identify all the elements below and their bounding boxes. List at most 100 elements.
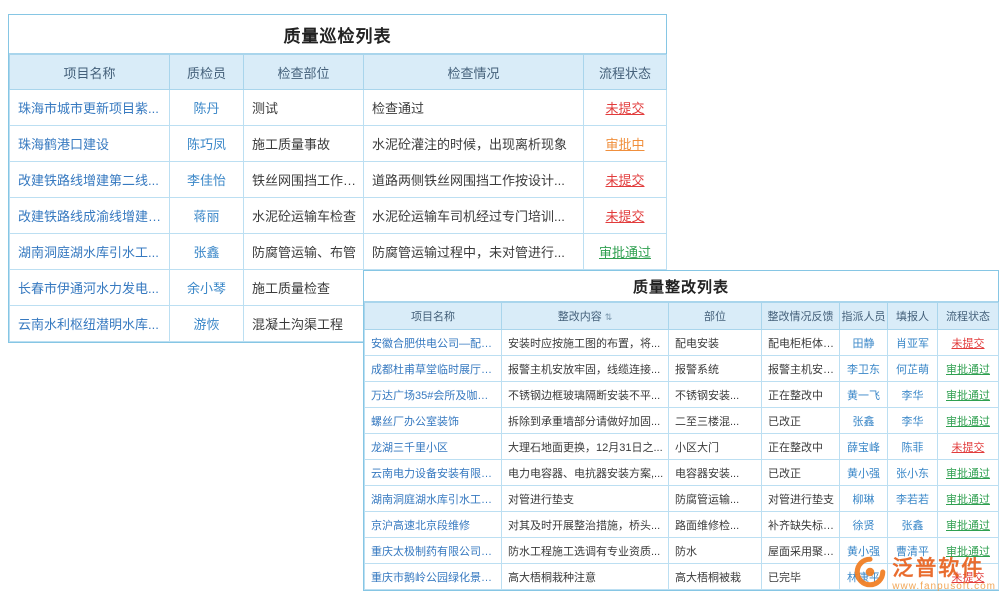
column-header[interactable]: 整改情况反馈 [762,303,840,330]
project-name-link[interactable]: 湖南洞庭湖水库引水工程施工标 [365,486,502,512]
status-cell[interactable]: 审批通过 [938,512,999,538]
status-cell[interactable]: 审批通过 [938,382,999,408]
table-cell: 水泥砼运输车司机经过专门培训... [364,198,584,234]
table-row: 云南电力设备安装有限公司20...电力电容器、电抗器安装方案,...电容器安装.… [365,460,999,486]
column-header-label: 检查部位 [277,66,329,81]
project-name-link[interactable]: 京沪高速北京段维修 [365,512,502,538]
column-header[interactable]: 检查部位 [244,55,364,90]
project-name-link[interactable]: 改建铁路线增建第二线... [10,162,170,198]
column-header[interactable]: 流程状态 [584,55,667,90]
person-name-cell: 蒋丽 [170,198,244,234]
project-name-link[interactable]: 改建铁路线成渝线增建第... [10,198,170,234]
column-header[interactable]: 流程状态 [938,303,999,330]
status-cell[interactable]: 未提交 [584,90,667,126]
table-cell: 对管进行垫支 [762,486,840,512]
status-cell[interactable]: 未提交 [584,198,667,234]
table-row: 珠海市城市更新项目紫...陈丹测试检查通过未提交 [10,90,667,126]
project-name-link[interactable]: 螺丝厂办公室装饰 [365,408,502,434]
column-header[interactable]: 部位 [669,303,762,330]
table-row: 成都杜甫草堂临时展厅独立展...报警主机安放牢固，线缆连接...报警系统报警主机… [365,356,999,382]
status-cell[interactable]: 审批中 [584,126,667,162]
table-row: 珠海鹤港口建设陈巧凤施工质量事故水泥砼灌注的时候，出现离析现象审批中 [10,126,667,162]
status-cell[interactable]: 审批通过 [584,234,667,270]
table-cell: 补齐缺失标志... [762,512,840,538]
table-row: 龙湖三千里小区大理石地面更换，12月31日之...小区大门正在整改中薛宝峰陈菲未… [365,434,999,460]
column-header[interactable]: 项目名称 [365,303,502,330]
status-cell[interactable]: 审批通过 [938,486,999,512]
person-name-cell: 张鑫 [840,408,888,434]
table-cell: 电力电容器、电抗器安装方案,... [502,460,669,486]
table-cell: 高大梧桐被栽 [669,564,762,590]
column-header-label: 流程状态 [946,311,990,323]
project-name-link[interactable]: 成都杜甫草堂临时展厅独立展... [365,356,502,382]
fanpu-logo-icon [853,555,887,594]
status-cell[interactable]: 未提交 [584,162,667,198]
project-name-link[interactable]: 云南水利枢纽潜明水库... [10,306,170,342]
table-cell: 报警系统 [669,356,762,382]
watermark: 泛普软件 www.fanpusoft.com [853,555,996,594]
person-name-cell: 余小琴 [170,270,244,306]
table-cell: 防水 [669,538,762,564]
inspection-list-title: 质量巡检列表 [9,15,666,54]
person-name-cell: 李华 [888,382,938,408]
table-row: 螺丝厂办公室装饰拆除到承重墙部分请做好加固...二至三楼混...已改正张鑫李华审… [365,408,999,434]
status-cell[interactable]: 审批通过 [938,460,999,486]
table-cell: 防水工程施工选调有专业资质... [502,538,669,564]
person-name-cell: 田静 [840,330,888,356]
column-header[interactable]: 指派人员 [840,303,888,330]
column-header[interactable]: 整改内容⇅ [502,303,669,330]
table-cell: 水泥砼灌注的时候，出现离析现象 [364,126,584,162]
table-cell: 拆除到承重墙部分请做好加固... [502,408,669,434]
person-name-cell: 徐贤 [840,512,888,538]
person-name-cell: 陈丹 [170,90,244,126]
project-name-link[interactable]: 长春市伊通河水力发电... [10,270,170,306]
table-row: 改建铁路线成渝线增建第...蒋丽水泥砼运输车检查水泥砼运输车司机经过专门培训..… [10,198,667,234]
status-cell[interactable]: 未提交 [938,434,999,460]
column-header[interactable]: 检查情况 [364,55,584,90]
project-name-link[interactable]: 万达广场35#会所及咖啡厅空... [365,382,502,408]
table-cell: 防腐管运输、布管 [244,234,364,270]
column-header[interactable]: 项目名称 [10,55,170,90]
person-name-cell: 肖亚军 [888,330,938,356]
project-name-link[interactable]: 湖南洞庭湖水库引水工... [10,234,170,270]
person-name-cell: 黄小强 [840,460,888,486]
project-name-link[interactable]: 安徽合肥供电公司—配电设备... [365,330,502,356]
project-name-link[interactable]: 珠海市城市更新项目紫... [10,90,170,126]
project-name-link[interactable]: 重庆太极制药有限公司毫州中... [365,538,502,564]
table-cell: 施工质量检查 [244,270,364,306]
table-cell: 正在整改中 [762,434,840,460]
table-cell: 测试 [244,90,364,126]
column-header[interactable]: 填报人 [888,303,938,330]
table-cell: 混凝土沟渠工程 [244,306,364,342]
table-cell: 屋面采用聚氨... [762,538,840,564]
project-name-link[interactable]: 重庆市鹅岭公园绿化景观提升... [365,564,502,590]
rectification-list-panel: 质量整改列表 项目名称整改内容⇅部位整改情况反馈指派人员填报人流程状态安徽合肥供… [363,270,999,591]
column-header[interactable]: 质检员 [170,55,244,90]
column-header-label: 项目名称 [63,66,115,81]
column-header-label: 整改情况反馈 [768,311,834,323]
table-row: 安徽合肥供电公司—配电设备...安装时应按施工图的布置，将...配电安装配电柜柜… [365,330,999,356]
table-cell: 报警主机安放牢固，线缆连接... [502,356,669,382]
column-header-label: 填报人 [896,311,929,323]
person-name-cell: 薛宝峰 [840,434,888,460]
table-row: 万达广场35#会所及咖啡厅空...不锈钢边框玻璃隔断安装不平...不锈钢安装..… [365,382,999,408]
table-cell: 已改正 [762,460,840,486]
table-cell: 电容器安装... [669,460,762,486]
status-cell[interactable]: 审批通过 [938,356,999,382]
table-cell: 对管进行垫支 [502,486,669,512]
status-cell[interactable]: 审批通过 [938,408,999,434]
table-cell: 大理石地面更换，12月31日之... [502,434,669,460]
project-name-link[interactable]: 珠海鹤港口建设 [10,126,170,162]
person-name-cell: 柳琳 [840,486,888,512]
person-name-cell: 李华 [888,408,938,434]
status-cell[interactable]: 未提交 [938,330,999,356]
person-name-cell: 张小东 [888,460,938,486]
project-name-link[interactable]: 云南电力设备安装有限公司20... [365,460,502,486]
sort-icon[interactable]: ⇅ [605,312,613,322]
table-cell: 水泥砼运输车检查 [244,198,364,234]
person-name-cell: 李佳怡 [170,162,244,198]
person-name-cell: 李若若 [888,486,938,512]
table-row: 湖南洞庭湖水库引水工程施工标对管进行垫支防腐管运输...对管进行垫支柳琳李若若审… [365,486,999,512]
column-header-label: 流程状态 [599,66,651,81]
project-name-link[interactable]: 龙湖三千里小区 [365,434,502,460]
